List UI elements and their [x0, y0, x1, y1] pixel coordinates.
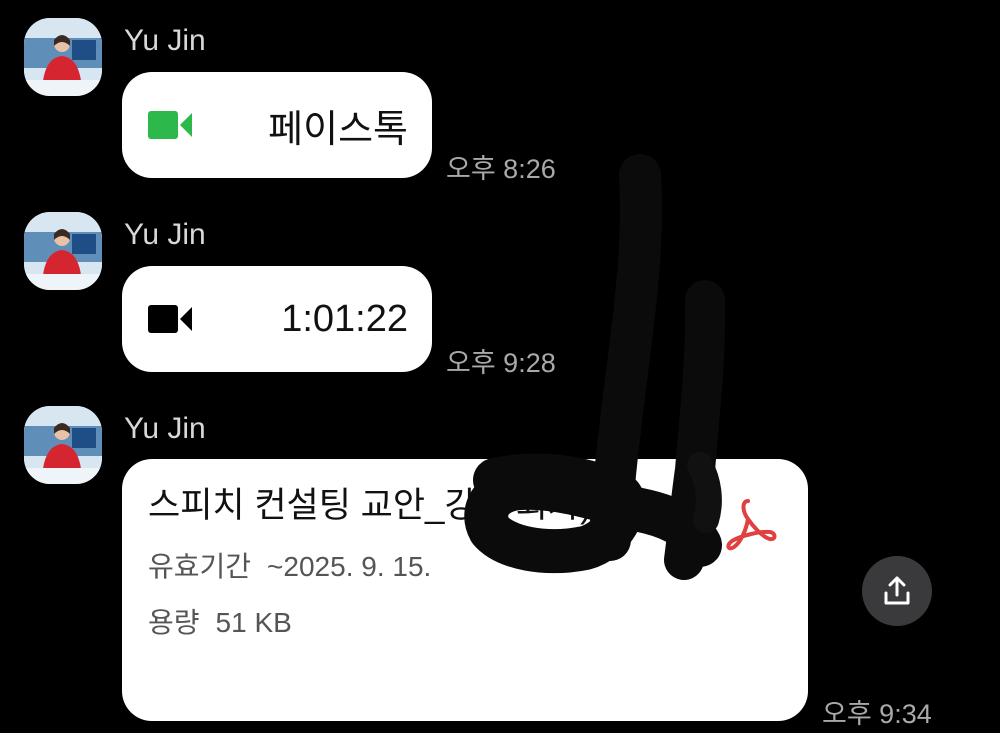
- file-name: 스피치 컨설팅 교안_강 1 회차).pdf: [148, 486, 651, 525]
- validity-value: ~2025. 9. 15.: [267, 551, 432, 582]
- video-camera-icon: [148, 111, 192, 139]
- file-attachment-bubble[interactable]: 스피치 컨설팅 교안_강 1 회차).pdf 유효기간 ~2025. 9. 15.…: [122, 459, 808, 721]
- message-time: 오후 9:34: [822, 699, 932, 729]
- call-label: 페이스톡: [268, 108, 408, 151]
- pdf-icon: [726, 499, 777, 551]
- sender-avatar[interactable]: [24, 18, 102, 96]
- sender-avatar[interactable]: [24, 212, 102, 290]
- sender-name: Yu Jin: [124, 24, 206, 57]
- video-call-bubble[interactable]: 1:01:22: [122, 266, 432, 372]
- share-button[interactable]: [862, 556, 932, 626]
- size-value: 51 KB: [215, 607, 292, 638]
- message-time: 오후 8:26: [446, 154, 556, 184]
- sender-name: Yu Jin: [124, 218, 206, 251]
- video-camera-icon: [148, 305, 192, 333]
- message-time: 오후 9:28: [446, 348, 556, 378]
- facetalk-call-bubble[interactable]: 페이스톡: [122, 72, 432, 178]
- sender-name: Yu Jin: [124, 412, 206, 445]
- share-icon: [884, 576, 910, 605]
- file-validity: 유효기간 ~2025. 9. 15.: [148, 545, 782, 585]
- call-duration: 1:01:22: [281, 297, 408, 340]
- sender-avatar[interactable]: [24, 406, 102, 484]
- file-size: 용량 51 KB: [148, 601, 782, 641]
- size-label: 용량: [148, 607, 200, 638]
- validity-label: 유효기간: [148, 551, 252, 582]
